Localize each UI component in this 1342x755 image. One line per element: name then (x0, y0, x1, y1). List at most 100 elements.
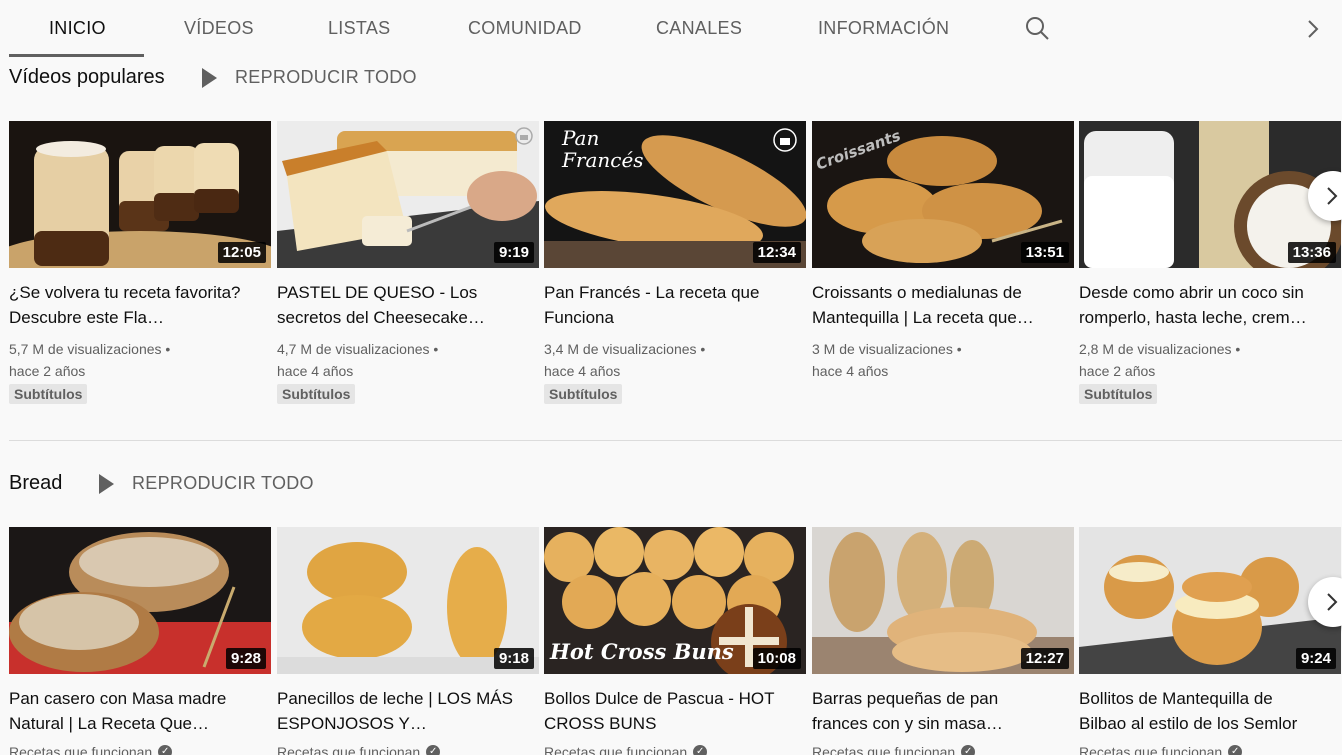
video-card[interactable]: 9:28 Pan casero con Masa madre Natural |… (9, 527, 271, 755)
tab-canales[interactable]: CANALES (656, 0, 742, 57)
thumbnail-milk-rolls[interactable]: 9:18 (277, 527, 539, 674)
channel-name[interactable]: Recetas que funcionan (277, 744, 420, 755)
upload-age: hace 2 años (9, 363, 86, 379)
shelf-popular-videos: Vídeos populares REPRODUCIR TODO 12:05 ¿… (9, 57, 1342, 447)
video-duration: 10:08 (752, 648, 801, 669)
thumbnail-sourdough[interactable]: 9:28 (9, 527, 271, 674)
verified-check-icon: ✓ (1228, 745, 1243, 755)
play-all-button[interactable]: REPRODUCIR TODO (202, 67, 417, 88)
video-title[interactable]: Bollos Dulce de Pascua - HOT CROSS BUNS (544, 686, 784, 736)
upload-age: hace 4 años (544, 363, 621, 379)
subtitles-badge: Subtítulos (277, 384, 356, 404)
video-card[interactable]: 12:27 Barras pequeñas de pan frances con… (812, 527, 1074, 755)
video-card[interactable]: 13:36 Desde como abrir un coco sin rompe… (1079, 121, 1341, 404)
video-meta: 2,8 M de visualizaciones • hace 2 años (1079, 338, 1341, 382)
video-row: 9:28 Pan casero con Masa madre Natural |… (9, 527, 1342, 755)
video-row: 12:05 ¿Se volvera tu receta favorita? De… (9, 121, 1342, 421)
chef-logo-icon (772, 127, 798, 158)
video-meta: 3 M de visualizaciones • hace 4 años (812, 338, 1074, 382)
video-card[interactable]: 12:05 ¿Se volvera tu receta favorita? De… (9, 121, 271, 404)
subtitles-badge: Subtítulos (9, 384, 88, 404)
video-duration: 12:05 (217, 242, 266, 263)
channel-name[interactable]: Recetas que funcionan (812, 744, 955, 755)
video-meta: 3,4 M de visualizaciones • hace 4 años (544, 338, 806, 382)
channel-name[interactable]: Recetas que funcionan (544, 744, 687, 755)
chevron-right-icon[interactable] (1302, 14, 1324, 44)
video-card[interactable]: Pan Francés 12:34 Pan Francés - La recet… (544, 121, 806, 404)
channel-name-row: Recetas que funcionan ✓ (812, 744, 1074, 755)
video-title[interactable]: Croissants o medialunas de Mantequilla |… (812, 280, 1052, 330)
shelf-title: Vídeos populares (9, 66, 165, 88)
verified-check-icon: ✓ (961, 745, 976, 755)
video-title[interactable]: Pan casero con Masa madre Natural | La R… (9, 686, 249, 736)
play-all-label: REPRODUCIR TODO (132, 473, 314, 493)
video-duration: 13:51 (1020, 242, 1069, 263)
thumbnail-baguettes[interactable]: Pan Francés 12:34 (544, 121, 806, 268)
verified-check-icon: ✓ (158, 745, 173, 755)
view-count: 5,7 M de visualizaciones (9, 341, 162, 357)
video-title[interactable]: Pan Francés - La receta que Funciona (544, 280, 784, 330)
channel-name-row: Recetas que funcionan ✓ (1079, 744, 1341, 755)
video-duration: 9:19 (493, 242, 534, 263)
video-card[interactable]: Hot Cross Buns 10:08 Bollos Dulce de Pas… (544, 527, 806, 755)
view-count: 4,7 M de visualizaciones (277, 341, 430, 357)
shelf-divider (9, 440, 1342, 441)
channel-tabs: INICIO VÍDEOS LISTAS COMUNIDAD CANALES I… (0, 0, 1342, 57)
play-icon (99, 473, 114, 494)
thumbnail-cheesecake[interactable]: 9:19 (277, 121, 539, 268)
video-meta: 4,7 M de visualizaciones • hace 4 años (277, 338, 539, 382)
video-title[interactable]: Desde como abrir un coco sin romperlo, h… (1079, 280, 1319, 330)
channel-name-row: Recetas que funcionan ✓ (9, 744, 271, 755)
verified-check-icon: ✓ (693, 745, 708, 755)
channel-name-row: Recetas que funcionan ✓ (277, 744, 539, 755)
video-title[interactable]: PASTEL DE QUESO - Los secretos del Chees… (277, 280, 517, 330)
video-duration: 9:24 (1295, 648, 1336, 669)
tab-inicio[interactable]: INICIO (49, 0, 106, 57)
video-card[interactable]: 9:18 Panecillos de leche | LOS MÁS ESPON… (277, 527, 539, 755)
thumbnail-croissants[interactable]: Croissants 13:51 (812, 121, 1074, 268)
video-duration: 12:27 (1020, 648, 1069, 669)
play-all-button[interactable]: REPRODUCIR TODO (99, 473, 314, 494)
upload-age: hace 4 años (812, 363, 889, 379)
video-card[interactable]: Croissants 13:51 Croissants o medialunas… (812, 121, 1074, 382)
shelf-next-button[interactable] (1308, 577, 1342, 627)
video-duration: 9:28 (225, 648, 266, 669)
thumbnail-small-baguettes[interactable]: 12:27 (812, 527, 1074, 674)
chef-logo-icon (515, 127, 533, 150)
video-card[interactable]: 9:24 Bollitos de Mantequilla de Bilbao a… (1079, 527, 1341, 755)
channel-name[interactable]: Recetas que funcionan (9, 744, 152, 755)
verified-check-icon: ✓ (426, 745, 441, 755)
channel-name[interactable]: Recetas que funcionan (1079, 744, 1222, 755)
video-title[interactable]: Panecillos de leche | LOS MÁS ESPONJOSOS… (277, 686, 517, 736)
thumbnail-coconut[interactable]: 13:36 (1079, 121, 1341, 268)
thumbnail-flan[interactable]: 12:05 (9, 121, 271, 268)
tab-listas[interactable]: LISTAS (328, 0, 391, 57)
tab-videos[interactable]: VÍDEOS (184, 0, 254, 57)
view-count: 3 M de visualizaciones (812, 341, 953, 357)
upload-age: hace 2 años (1079, 363, 1156, 379)
subtitles-badge: Subtítulos (544, 384, 623, 404)
shelf-title: Bread (9, 472, 63, 494)
shelf-next-button[interactable] (1308, 171, 1342, 221)
tab-informacion[interactable]: INFORMACIÓN (818, 0, 949, 57)
video-card[interactable]: 9:19 PASTEL DE QUESO - Los secretos del … (277, 121, 539, 404)
play-icon (202, 67, 217, 88)
channel-name-row: Recetas que funcionan ✓ (544, 744, 806, 755)
upload-age: hace 4 años (277, 363, 354, 379)
video-duration: 12:34 (752, 242, 801, 263)
search-icon[interactable] (1022, 14, 1052, 44)
play-all-label: REPRODUCIR TODO (235, 67, 417, 87)
thumbnail-overlay-text: Hot Cross Buns (550, 639, 734, 664)
subtitles-badge: Subtítulos (1079, 384, 1158, 404)
shelf-bread: Bread REPRODUCIR TODO 9:28 Pan casero co… (9, 463, 1342, 755)
video-title[interactable]: Barras pequeñas de pan frances con y sin… (812, 686, 1052, 736)
thumbnail-semlor[interactable]: 9:24 (1079, 527, 1341, 674)
video-title[interactable]: ¿Se volvera tu receta favorita? Descubre… (9, 280, 249, 330)
video-duration: 13:36 (1287, 242, 1336, 263)
video-title[interactable]: Bollitos de Mantequilla de Bilbao al est… (1079, 686, 1319, 736)
video-meta: 5,7 M de visualizaciones • hace 2 años (9, 338, 271, 382)
thumbnail-hot-cross-buns[interactable]: Hot Cross Buns 10:08 (544, 527, 806, 674)
thumbnail-overlay-text: Pan Francés (562, 126, 644, 172)
tab-comunidad[interactable]: COMUNIDAD (468, 0, 582, 57)
chevron-right-icon (1327, 187, 1338, 205)
